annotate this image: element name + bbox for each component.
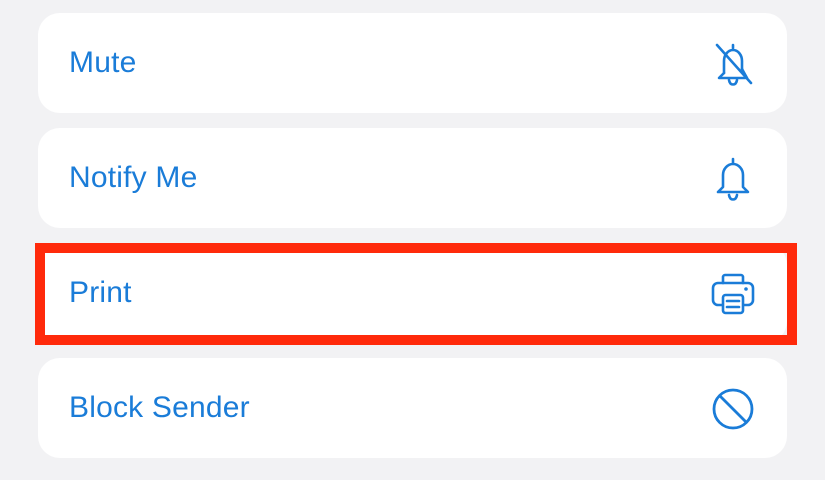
- print-label: Print: [69, 276, 132, 309]
- notify-me-label: Notify Me: [69, 161, 198, 194]
- block-sender-button[interactable]: Block Sender: [38, 358, 787, 458]
- action-menu: Mute Notify Me Print Block Sender: [0, 0, 825, 480]
- block-sender-label: Block Sender: [69, 391, 250, 424]
- bell-icon: [709, 154, 757, 202]
- mute-label: Mute: [69, 46, 137, 79]
- printer-icon: [709, 269, 757, 317]
- print-button[interactable]: Print: [38, 243, 787, 343]
- block-icon: [709, 384, 757, 432]
- bell-slash-icon: [709, 39, 757, 87]
- notify-me-button[interactable]: Notify Me: [38, 128, 787, 228]
- mute-button[interactable]: Mute: [38, 13, 787, 113]
